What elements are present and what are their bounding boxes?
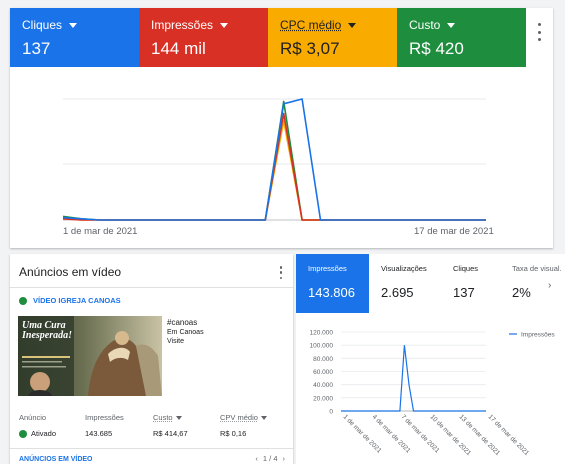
stat-value: 143.806 bbox=[308, 285, 355, 300]
sort-icon bbox=[260, 416, 267, 421]
impressions-line-chart: 120.000100.00080.00060.00040.00020.00001… bbox=[310, 330, 556, 458]
stat-value: 137 bbox=[453, 285, 475, 300]
more-options-icon[interactable] bbox=[535, 23, 543, 41]
stat-label: Impressões bbox=[308, 264, 347, 273]
table-cell-impressions: 143.685 bbox=[85, 429, 113, 438]
stat-value: 2% bbox=[512, 285, 531, 300]
performance-card: Cliques 137 Impressões 144 mil CPC médio… bbox=[10, 8, 553, 248]
column-header-ad[interactable]: Anúncio bbox=[19, 413, 85, 422]
metric-tabs: Cliques 137 Impressões 144 mil CPC médio… bbox=[10, 8, 526, 67]
x-axis-start-label: 1 de mar de 2021 bbox=[63, 226, 138, 237]
chevron-right-icon[interactable]: › bbox=[283, 454, 286, 463]
x-axis-end-label: 17 de mar de 2021 bbox=[414, 226, 494, 237]
column-header-label: CPV médio bbox=[220, 413, 258, 422]
video-description-line: Visite bbox=[167, 338, 184, 345]
metric-tab-impressions[interactable]: Impressões 144 mil bbox=[139, 8, 268, 67]
metric-tab-cost[interactable]: Custo R$ 420 bbox=[397, 8, 526, 67]
divider bbox=[10, 448, 293, 449]
thumbnail-title-line-2: Inesperada! bbox=[22, 330, 73, 341]
metric-label-text: Cliques bbox=[22, 18, 63, 32]
metric-value: 137 bbox=[22, 39, 51, 58]
y-tick-label: 40.000 bbox=[313, 382, 333, 389]
stat-tiles: Impressões 143.806 Visualizações 2.695 C… bbox=[296, 254, 563, 313]
stat-label: Taxa de visual. bbox=[512, 264, 562, 273]
video-thumbnail[interactable]: Uma Cura Inesperada! bbox=[18, 316, 162, 396]
video-campaign-link[interactable]: VÍDEO IGREJA CANOAS bbox=[19, 296, 121, 305]
stat-label: Visualizações bbox=[381, 264, 427, 273]
chevron-down-icon[interactable] bbox=[220, 22, 229, 28]
table-cell-status: Ativado bbox=[19, 429, 85, 438]
table-header: Anúncio Impressões Custo CPV médio bbox=[19, 413, 281, 422]
stat-tile-views[interactable]: Visualizações 2.695 bbox=[369, 254, 443, 313]
column-header-avg-cpv[interactable]: CPV médio bbox=[220, 413, 281, 422]
stat-tile-clicks[interactable]: Cliques 137 bbox=[443, 254, 508, 313]
y-tick-label: 100.000 bbox=[310, 343, 334, 350]
legend-label: Impressões bbox=[521, 332, 555, 339]
series-line bbox=[62, 98, 486, 221]
status-active-icon bbox=[19, 296, 27, 305]
table-row[interactable]: Ativado 143.685 R$ 414,67 R$ 0,16 bbox=[19, 429, 281, 438]
video-campaign-name: VÍDEO IGREJA CANOAS bbox=[33, 296, 121, 305]
sort-icon bbox=[175, 416, 182, 421]
pagination: ‹ 1 / 4 › bbox=[255, 454, 285, 463]
metric-label: Custo bbox=[409, 18, 516, 32]
card-title: Anúncios em vídeo bbox=[19, 265, 122, 279]
y-tick-label: 120.000 bbox=[310, 330, 334, 337]
more-options-icon[interactable] bbox=[278, 266, 284, 279]
table-cell-avg-cpv: R$ 0,16 bbox=[220, 429, 247, 438]
metric-tab-clicks[interactable]: Cliques 137 bbox=[10, 8, 139, 67]
y-tick-label: 60.000 bbox=[313, 369, 333, 376]
metric-label: Impressões bbox=[151, 18, 258, 32]
video-description-line: Em Canoas bbox=[167, 329, 204, 336]
status-active-icon bbox=[19, 429, 27, 438]
chevron-left-icon[interactable]: ‹ bbox=[255, 454, 258, 463]
divider bbox=[10, 287, 293, 288]
metric-label-text: Impressões bbox=[151, 18, 214, 32]
stat-tile-impressions[interactable]: Impressões 143.806 bbox=[296, 254, 369, 313]
chevron-down-icon[interactable] bbox=[447, 22, 456, 28]
y-tick-label: 20.000 bbox=[313, 395, 333, 402]
stat-label: Cliques bbox=[453, 264, 479, 273]
y-tick-label: 0 bbox=[329, 409, 333, 416]
stat-tile-view-rate[interactable]: Taxa de visual. 2% bbox=[508, 254, 563, 313]
chevron-down-icon[interactable] bbox=[69, 22, 78, 28]
video-ads-link[interactable]: ANÚNCIOS EM VÍDEO bbox=[19, 456, 93, 463]
metric-label: CPC médio bbox=[280, 18, 387, 32]
ads-table: Anúncio Impressões Custo CPV médio Ativa… bbox=[19, 413, 281, 438]
stat-value: 2.695 bbox=[381, 285, 414, 300]
table-cell-cost: R$ 414,67 bbox=[153, 429, 188, 438]
column-header-impressions[interactable]: Impressões bbox=[85, 413, 153, 422]
column-header-cost[interactable]: Custo bbox=[153, 413, 220, 422]
metric-value: R$ 3,07 bbox=[280, 39, 340, 58]
metric-label: Cliques bbox=[22, 18, 129, 32]
video-description: #canoas Em Canoas Visite bbox=[167, 318, 204, 346]
performance-line-chart bbox=[62, 98, 486, 221]
y-tick-label: 80.000 bbox=[313, 356, 333, 363]
video-stats-panel: Impressões 143.806 Visualizações 2.695 C… bbox=[296, 254, 565, 464]
video-hashtag: #canoas bbox=[167, 318, 198, 327]
metric-tab-avg-cpc[interactable]: CPC médio R$ 3,07 bbox=[268, 8, 397, 67]
status-label: Ativado bbox=[31, 429, 57, 438]
video-ads-card: Anúncios em vídeo VÍDEO IGREJA CANOAS Um… bbox=[10, 254, 293, 464]
metric-value: 144 mil bbox=[151, 39, 206, 58]
metric-label-text: CPC médio bbox=[280, 18, 342, 32]
chevron-down-icon[interactable] bbox=[348, 22, 357, 28]
series-line bbox=[341, 345, 486, 412]
column-header-label: Impressões bbox=[85, 413, 124, 422]
page-indicator: 1 / 4 bbox=[262, 454, 278, 463]
chevron-right-icon[interactable]: › bbox=[548, 280, 551, 291]
metric-label-text: Custo bbox=[409, 18, 441, 32]
column-header-label: Anúncio bbox=[19, 413, 47, 422]
chart-series bbox=[62, 98, 486, 221]
column-header-label: Custo bbox=[153, 413, 173, 422]
metric-value: R$ 420 bbox=[409, 39, 464, 58]
